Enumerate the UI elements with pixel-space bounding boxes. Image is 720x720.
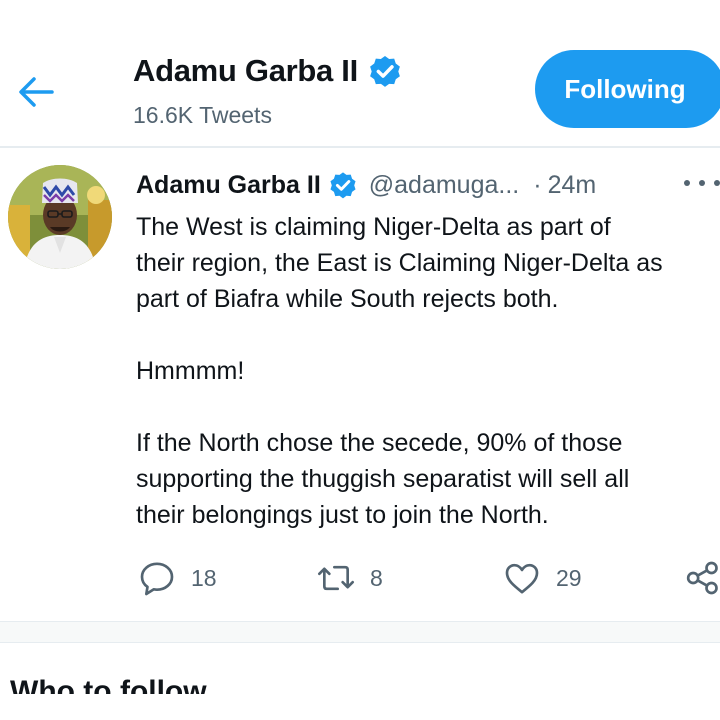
retweet-icon (318, 565, 354, 591)
retweet-button[interactable]: 8 (316, 558, 383, 598)
tweet-line: their region, the East is Claiming Niger… (136, 249, 663, 277)
who-to-follow-heading: Who to follow (10, 675, 207, 694)
section-divider (0, 621, 720, 643)
tweet-text: The West is claiming Niger-Delta as part… (136, 209, 720, 533)
tweet-line: their belongings just to join the North. (136, 501, 549, 529)
separator-dot: · (533, 170, 542, 199)
header-name-row: Adamu Garba II (133, 52, 404, 90)
reply-icon (140, 562, 174, 596)
like-count: 29 (556, 564, 582, 591)
more-options-button[interactable] (684, 171, 720, 195)
tweet-line: supporting the thuggish separatist will … (136, 465, 630, 493)
avatar[interactable] (8, 165, 112, 269)
header-divider (0, 146, 720, 148)
tweet-line: Hmmmm! (136, 357, 245, 385)
tweet-line: The West is claiming Niger-Delta as part… (136, 213, 611, 241)
tweet-author-name[interactable]: Adamu Garba II (136, 171, 321, 200)
dot-icon (714, 180, 720, 186)
retweet-count: 8 (370, 564, 383, 591)
following-button[interactable]: Following (535, 50, 720, 128)
back-button[interactable] (14, 72, 58, 112)
profile-header: Adamu Garba II 16.6K Tweets Following (0, 0, 720, 146)
dot-icon (699, 180, 705, 186)
tweet-header: Adamu Garba II @adamuga... · 24m (136, 165, 720, 205)
verified-badge-icon (330, 172, 356, 199)
reply-button[interactable]: 18 (137, 558, 217, 598)
tweet-line: part of Biafra while South rejects both. (136, 285, 559, 313)
share-icon (686, 561, 718, 595)
tweet-count: 16.6K Tweets (133, 102, 272, 128)
tweet-time[interactable]: 24m (548, 171, 597, 200)
heart-icon (505, 563, 539, 594)
like-button[interactable]: 29 (502, 558, 582, 598)
profile-name: Adamu Garba II (133, 53, 358, 88)
verified-badge-icon (370, 55, 400, 87)
avatar-image (8, 165, 112, 269)
dot-icon (684, 180, 690, 186)
share-button[interactable] (683, 558, 720, 598)
arrow-left-icon (19, 77, 54, 107)
tweet-line: If the North chose the secede, 90% of th… (136, 429, 623, 457)
tweet-handle[interactable]: @adamuga... (369, 171, 519, 200)
reply-count: 18 (191, 564, 217, 591)
